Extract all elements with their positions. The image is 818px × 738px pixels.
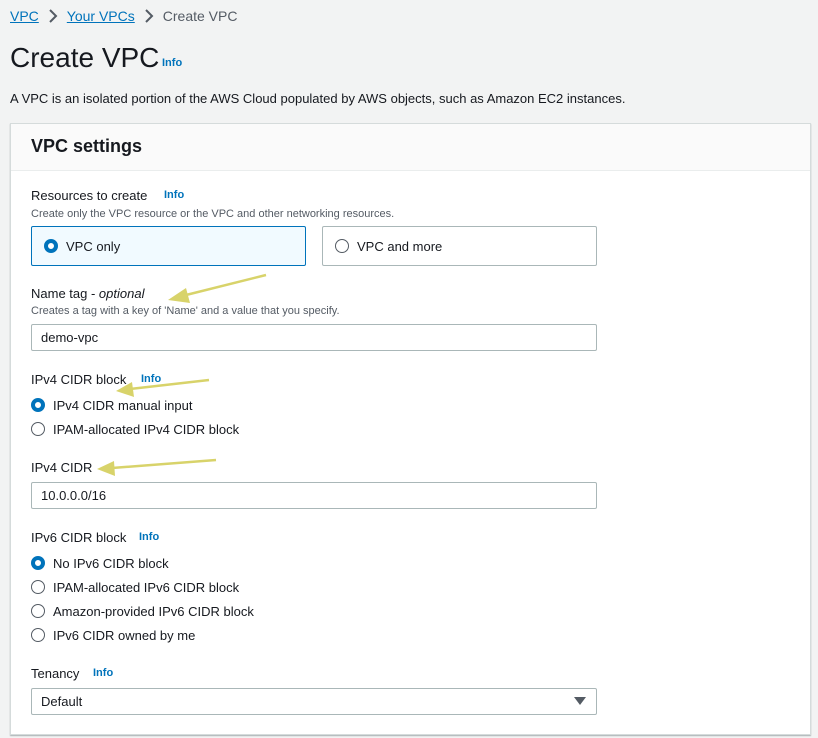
- page-title: Create VPC: [10, 42, 160, 73]
- breadcrumb-your-vpcs-link[interactable]: Your VPCs: [67, 8, 135, 24]
- name-tag-label-text: Name tag -: [31, 286, 99, 301]
- panel-title: VPC settings: [31, 136, 143, 156]
- panel-header: VPC settings: [11, 124, 810, 171]
- resources-description: Create only the VPC resource or the VPC …: [31, 208, 395, 220]
- vpc-and-more-label: VPC and more: [357, 238, 443, 254]
- ipv6-ipam-label: IPAM-allocated IPv6 CIDR block: [53, 579, 240, 595]
- chevron-right-icon: [39, 6, 67, 26]
- ipv4-manual-option[interactable]: IPv4 CIDR manual input: [31, 396, 192, 414]
- breadcrumb-current: Create VPC: [162, 8, 238, 24]
- ipv4-manual-radio[interactable]: [31, 398, 45, 412]
- name-tag-input[interactable]: demo-vpc: [31, 324, 597, 351]
- ipv6-block-info-link[interactable]: Info: [139, 531, 159, 543]
- ipv6-amazon-label: Amazon-provided IPv6 CIDR block: [53, 603, 254, 619]
- breadcrumb: VPC Your VPCs Create VPC: [10, 6, 237, 26]
- ipv4-manual-label: IPv4 CIDR manual input: [53, 397, 193, 413]
- ipv6-amazon-option[interactable]: Amazon-provided IPv6 CIDR block: [31, 602, 254, 620]
- ipv6-none-label: No IPv6 CIDR block: [53, 555, 169, 571]
- vpc-only-label: VPC only: [66, 238, 121, 254]
- ipv4-ipam-label: IPAM-allocated IPv4 CIDR block: [53, 421, 240, 437]
- resources-info-link[interactable]: Info: [164, 189, 184, 201]
- vpc-and-more-tile[interactable]: VPC and more: [322, 226, 597, 266]
- page-description: A VPC is an isolated portion of the AWS …: [10, 91, 626, 106]
- tenancy-info-link[interactable]: Info: [93, 667, 113, 679]
- ipv4-block-label: IPv4 CIDR block: [31, 372, 127, 387]
- chevron-right-icon: [135, 6, 163, 26]
- ipv4-ipam-radio[interactable]: [31, 422, 45, 436]
- vpc-only-tile[interactable]: VPC only: [31, 226, 306, 266]
- vpc-and-more-radio[interactable]: [335, 239, 349, 253]
- ipv6-owned-option[interactable]: IPv6 CIDR owned by me: [31, 626, 195, 644]
- breadcrumb-vpc-link[interactable]: VPC: [10, 8, 39, 24]
- ipv4-block-info-link[interactable]: Info: [141, 373, 161, 385]
- ipv4-ipam-option[interactable]: IPAM-allocated IPv4 CIDR block: [31, 420, 239, 438]
- ipv6-owned-radio[interactable]: [31, 628, 45, 642]
- ipv4-cidr-input[interactable]: 10.0.0.0/16: [31, 482, 597, 509]
- ipv6-ipam-option[interactable]: IPAM-allocated IPv6 CIDR block: [31, 578, 239, 596]
- name-tag-label: Name tag - optional: [31, 286, 144, 301]
- ipv6-none-radio[interactable]: [31, 556, 45, 570]
- caret-down-icon: [574, 697, 586, 705]
- tenancy-select[interactable]: Default: [31, 688, 597, 715]
- name-tag-optional: optional: [98, 286, 145, 301]
- vpc-only-radio[interactable]: [44, 239, 58, 253]
- ipv6-block-label: IPv6 CIDR block: [31, 530, 127, 545]
- ipv6-owned-label: IPv6 CIDR owned by me: [53, 627, 196, 643]
- name-tag-description: Creates a tag with a key of 'Name' and a…: [31, 305, 340, 317]
- ipv6-amazon-radio[interactable]: [31, 604, 45, 618]
- create-vpc-page: VPC Your VPCs Create VPC Create VPC Info…: [0, 0, 818, 738]
- ipv4-cidr-label: IPv4 CIDR: [31, 460, 93, 475]
- tenancy-label: Tenancy: [31, 666, 80, 681]
- vpc-settings-panel: VPC settings Resources to create Info Cr…: [10, 123, 811, 735]
- resources-label: Resources to create: [31, 188, 148, 203]
- page-info-link[interactable]: Info: [162, 57, 182, 69]
- ipv6-ipam-radio[interactable]: [31, 580, 45, 594]
- ipv6-none-option[interactable]: No IPv6 CIDR block: [31, 554, 169, 572]
- tenancy-selected-value: Default: [41, 694, 83, 709]
